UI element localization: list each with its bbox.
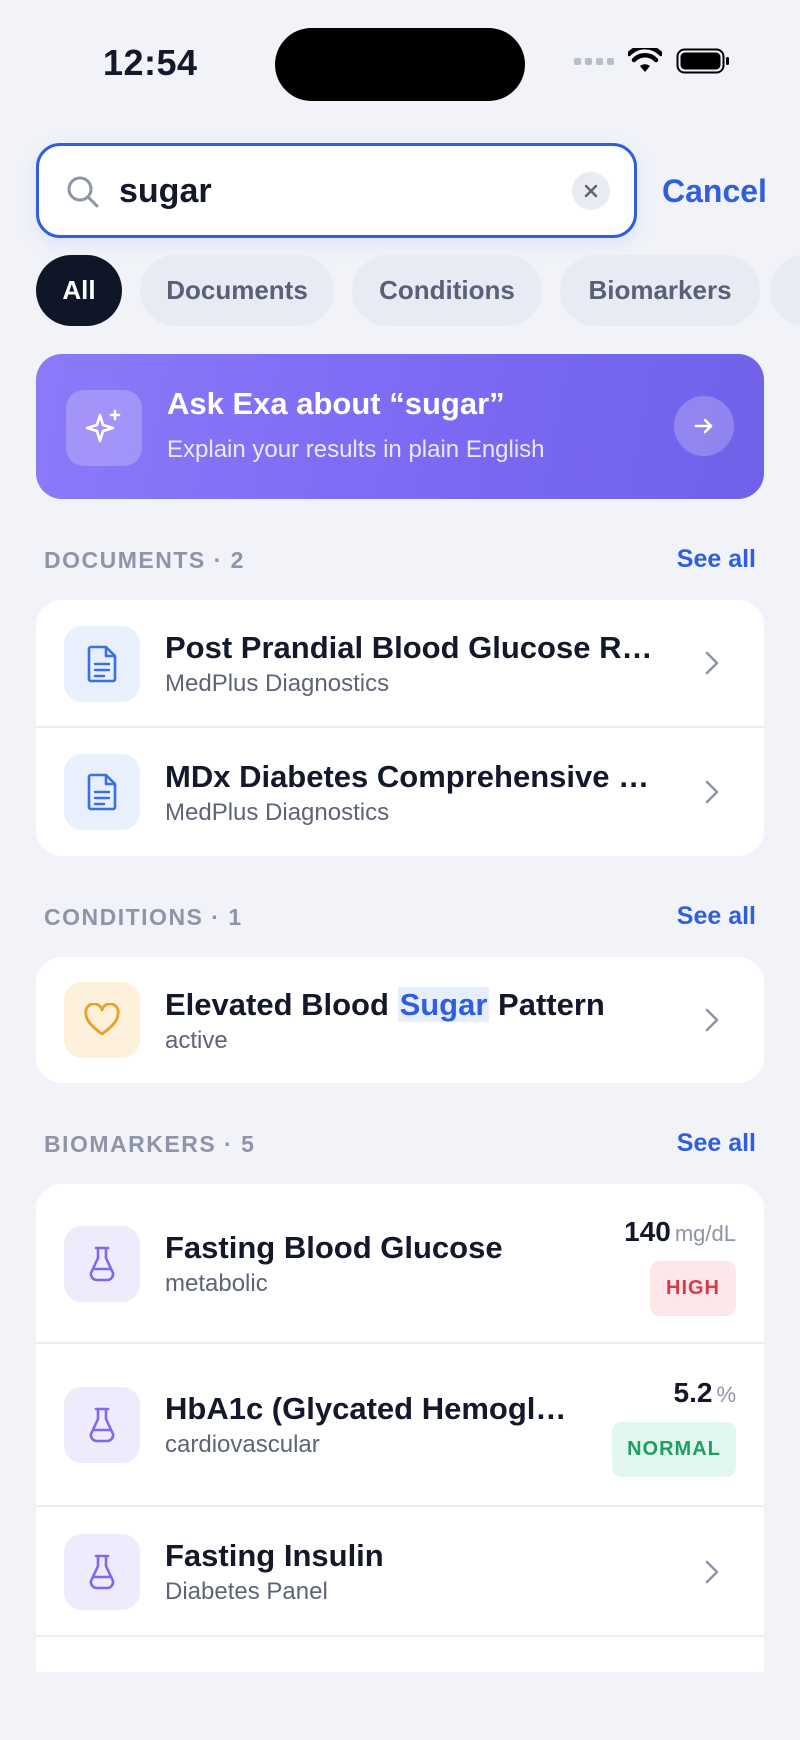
ask-subtitle: Explain your results in plain English: [167, 436, 545, 463]
search-input[interactable]: [119, 166, 519, 216]
sparkle-icon-box: [66, 390, 142, 466]
biomarker-value: 5.2%: [674, 1377, 737, 1409]
ask-arrow-button[interactable]: [674, 396, 734, 456]
conditions-card: Elevated Blood Sugar Pattern active: [36, 957, 764, 1083]
cellular-signal-icon: [574, 58, 614, 65]
biomarker-title: Fasting Blood Glucose: [165, 1230, 503, 1265]
row-divider: [36, 1635, 764, 1637]
documents-see-all-link[interactable]: See all: [677, 545, 756, 574]
document-subtitle: MedPlus Diagnostics: [165, 799, 390, 826]
condition-title: Elevated Blood Sugar Pattern: [165, 987, 685, 1023]
conditions-see-all-link[interactable]: See all: [677, 902, 756, 931]
chip-more[interactable]: V: [770, 255, 800, 326]
ask-title: Ask Exa about “sugar”: [167, 386, 505, 421]
chip-all[interactable]: All: [36, 255, 122, 326]
documents-section-header: DOCUMENTS · 2 See all: [44, 541, 756, 581]
list-item[interactable]: HbA1c (Glycated Hemoglo… cardiovascular …: [36, 1344, 764, 1507]
wifi-icon: [628, 48, 662, 72]
chevron-right-icon: [705, 1560, 719, 1584]
chip-conditions[interactable]: Conditions: [352, 255, 542, 326]
list-item[interactable]: Elevated Blood Sugar Pattern active: [36, 957, 764, 1083]
biomarker-value: 140 mg/dL: [624, 1216, 736, 1248]
biomarker-unit: mg/dL: [674, 1221, 736, 1246]
dynamic-island: [275, 28, 525, 101]
flask-icon: [89, 1407, 115, 1443]
condition-title-suffix: Pattern: [498, 987, 605, 1022]
status-icons: [574, 48, 730, 74]
search-icon: [67, 176, 99, 208]
list-item[interactable]: Post Prandial Blood Glucose Rep… MedPlus…: [36, 600, 764, 728]
flask-icon: [89, 1246, 115, 1282]
chevron-right-icon: [705, 1008, 719, 1032]
document-subtitle: MedPlus Diagnostics: [165, 670, 390, 697]
flask-icon-tile: [64, 1534, 140, 1610]
biomarker-category: cardiovascular: [165, 1431, 320, 1458]
biomarkers-card: Fasting Blood Glucose metabolic 140 mg/dL…: [36, 1184, 764, 1672]
search-box[interactable]: [36, 143, 637, 238]
arrow-right-icon: [694, 418, 713, 434]
list-item[interactable]: Fasting Insulin Diabetes Panel: [36, 1507, 764, 1637]
documents-card: Post Prandial Blood Glucose Rep… MedPlus…: [36, 600, 764, 856]
chevron-right-icon: [705, 780, 719, 804]
heart-icon: [84, 1003, 120, 1036]
status-bar: 12:54: [0, 0, 800, 120]
biomarker-title: HbA1c (Glycated Hemoglo…: [165, 1391, 575, 1426]
biomarker-value-number: 140: [624, 1216, 671, 1247]
conditions-section-title: CONDITIONS · 1: [44, 904, 243, 930]
flask-icon-tile: [64, 1226, 140, 1302]
sparkle-icon: [85, 409, 121, 443]
document-icon: [87, 645, 117, 683]
filter-chips: All Documents Conditions Biomarkers V: [36, 255, 800, 327]
biomarkers-section-header: BIOMARKERS · 5 See all: [44, 1125, 756, 1165]
conditions-section-header: CONDITIONS · 1 See all: [44, 898, 756, 938]
status-badge: NORMAL: [612, 1422, 736, 1477]
search-row: Cancel: [36, 143, 767, 239]
cancel-button[interactable]: Cancel: [662, 173, 767, 210]
flask-icon: [89, 1554, 115, 1590]
status-badge: HIGH: [650, 1261, 736, 1316]
search-match-highlight: Sugar: [397, 987, 490, 1022]
document-icon-tile: [64, 626, 140, 702]
biomarker-title: Fasting Insulin: [165, 1538, 384, 1573]
biomarker-category: Diabetes Panel: [165, 1578, 328, 1605]
document-title: Post Prandial Blood Glucose Rep…: [165, 630, 665, 665]
biomarker-value-number: 5.2: [673, 1377, 713, 1408]
biomarker-unit: %: [716, 1382, 736, 1407]
biomarkers-see-all-link[interactable]: See all: [677, 1129, 756, 1158]
biomarkers-section-title: BIOMARKERS · 5: [44, 1131, 256, 1157]
status-time: 12:54: [103, 42, 198, 83]
chevron-right-icon: [705, 651, 719, 675]
biomarker-category: metabolic: [165, 1270, 268, 1297]
chip-documents[interactable]: Documents: [140, 255, 334, 326]
heart-icon-tile: [64, 982, 140, 1058]
list-item[interactable]: Fasting Blood Glucose metabolic 140 mg/dL…: [36, 1184, 764, 1344]
clear-search-button[interactable]: [572, 172, 610, 210]
chip-biomarkers[interactable]: Biomarkers: [560, 255, 760, 326]
document-icon-tile: [64, 754, 140, 830]
documents-section-title: DOCUMENTS · 2: [44, 547, 245, 573]
condition-title-prefix: Elevated Blood: [165, 987, 389, 1022]
list-item[interactable]: MDx Diabetes Comprehensive Pa… MedPlus D…: [36, 728, 764, 856]
document-icon: [87, 773, 117, 811]
ask-exa-card[interactable]: Ask Exa about “sugar” Explain your resul…: [36, 354, 764, 499]
flask-icon-tile: [64, 1387, 140, 1463]
battery-icon: [676, 48, 729, 74]
close-icon: [584, 184, 598, 198]
condition-status: active: [165, 1027, 228, 1054]
document-title: MDx Diabetes Comprehensive Pa…: [165, 759, 665, 794]
